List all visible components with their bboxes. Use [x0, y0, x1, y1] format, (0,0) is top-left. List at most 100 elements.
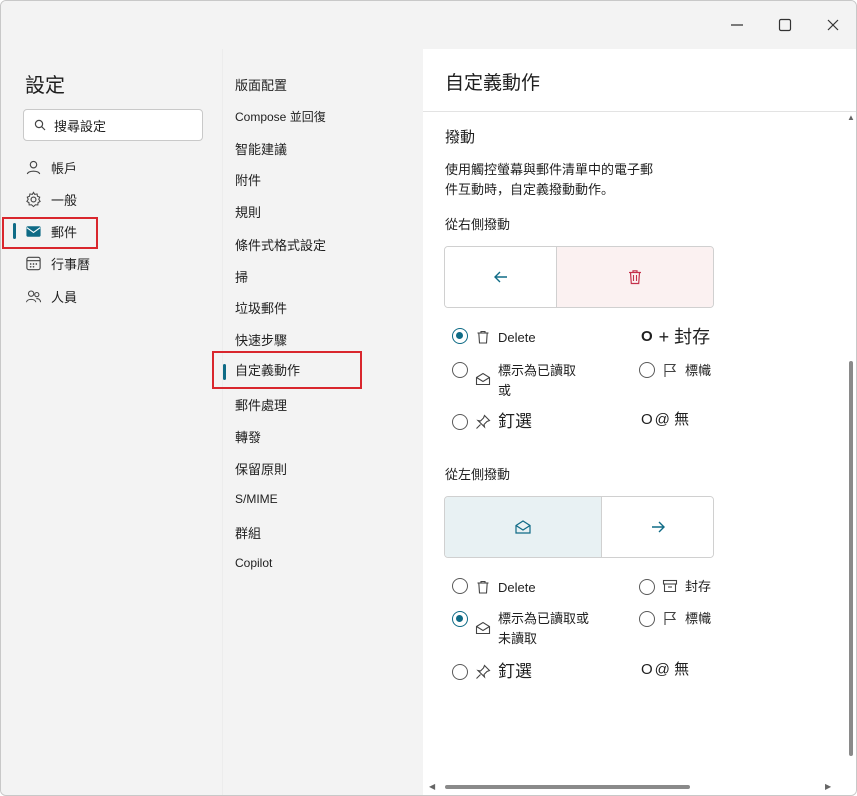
scroll-left-icon[interactable]: ◀ — [429, 782, 435, 791]
menu-item-conditional-formatting[interactable]: 條件式格式設定 — [235, 235, 326, 254]
radio-button[interactable] — [452, 414, 468, 430]
search-placeholder: 搜尋設定 — [54, 118, 107, 134]
trash-icon — [474, 578, 492, 596]
right-option-pin[interactable]: 釘選 — [452, 412, 532, 432]
left-swipe-label: 從左側撥動 — [445, 467, 511, 482]
radio-button[interactable] — [452, 362, 468, 378]
scroll-thumb[interactable] — [445, 785, 690, 789]
horizontal-scrollbar[interactable]: ◀ ▶ — [429, 781, 834, 793]
pin-icon — [474, 663, 492, 681]
option-label: 標幟 — [685, 611, 712, 626]
nav-item-accounts[interactable]: 帳戶 — [1, 153, 223, 181]
option-label: Delete — [498, 580, 536, 595]
right-option-flag[interactable]: 標幟 — [639, 361, 711, 381]
option-label: 標幟 — [685, 363, 712, 378]
customize-actions-pane: 自定義動作 撥動 使用觸控螢幕與郵件清單中的電子郵件互動時，自定義撥動動作。 從… — [423, 49, 856, 795]
swipe-direction — [602, 497, 713, 557]
menu-item-attachments[interactable]: 附件 — [235, 170, 261, 189]
left-option-archive[interactable]: 封存 — [639, 577, 711, 597]
settings-title: 設定 — [25, 75, 65, 97]
flag-icon — [661, 361, 679, 379]
arrow-right-icon — [651, 521, 665, 533]
menu-item-junk-email[interactable]: 垃圾郵件 — [235, 298, 287, 317]
minimize-button[interactable] — [725, 13, 749, 37]
minimize-icon — [731, 24, 743, 26]
mail-settings-menu: 版面配置 Compose 並回復 智能建議 附件 規則 條件式格式設定 掃 垃圾… — [212, 49, 423, 795]
gear-icon — [23, 189, 43, 209]
right-option-none[interactable]: O @ 無 — [641, 410, 689, 430]
scroll-thumb[interactable] — [849, 361, 853, 756]
radio-button[interactable] — [639, 579, 655, 595]
pane-title: 自定義動作 — [445, 73, 541, 94]
option-label: @ 無 — [654, 411, 690, 428]
maximize-icon — [778, 18, 792, 32]
scroll-right-icon[interactable]: ▶ — [825, 782, 831, 791]
option-label: @ 無 — [654, 661, 690, 678]
search-input[interactable]: 搜尋設定 — [23, 109, 203, 141]
left-option-delete[interactable]: Delete — [452, 578, 536, 598]
menu-item-groups[interactable]: 群組 — [235, 523, 261, 542]
swipe-action-preview — [557, 247, 713, 307]
person-icon — [23, 157, 43, 177]
title-bar — [1, 1, 856, 49]
arrow-left-icon — [493, 271, 507, 283]
left-option-none[interactable]: O @ 無 — [641, 660, 689, 680]
envelope-open-icon — [515, 520, 531, 534]
calendar-icon — [23, 253, 43, 273]
search-icon — [34, 119, 46, 131]
menu-item-retention-policies[interactable]: 保留原則 — [235, 459, 287, 478]
right-option-archive[interactable]: O + 封存 — [641, 327, 710, 347]
left-option-pin[interactable]: 釘選 — [452, 662, 532, 682]
radio-button[interactable] — [452, 664, 468, 680]
radio-button[interactable] — [639, 611, 655, 627]
archive-icon — [661, 577, 679, 595]
people-icon — [23, 286, 43, 306]
envelope-open-icon — [474, 619, 492, 637]
trash-icon — [629, 270, 641, 285]
swipe-action-preview — [445, 497, 602, 557]
vertical-scrollbar[interactable]: ▲ — [846, 111, 856, 781]
nav-item-calendar[interactable]: 行事曆 — [1, 249, 223, 277]
menu-item-forwarding[interactable]: 轉發 — [235, 427, 261, 446]
menu-item-message-handling[interactable]: 郵件處理 — [235, 395, 287, 414]
menu-item-sweep[interactable]: 掃 — [235, 267, 248, 286]
close-button[interactable] — [821, 13, 845, 37]
option-label: 標示為已讀取或 — [498, 363, 577, 398]
option-label: + 封存 — [658, 327, 711, 347]
radio-glyph[interactable]: O — [641, 660, 653, 680]
pane-separator — [423, 111, 856, 112]
radio-glyph[interactable]: O — [641, 327, 653, 347]
scroll-up-icon[interactable]: ▲ — [847, 113, 855, 122]
swipe-description: 使用觸控螢幕與郵件清單中的電子郵件互動時，自定義撥動動作。 — [445, 162, 654, 197]
nav-label: 行事曆 — [51, 256, 91, 272]
option-label: 釘選 — [498, 412, 532, 431]
option-label: 封存 — [685, 579, 712, 594]
nav-label: 人員 — [51, 289, 78, 305]
right-option-mark-read[interactable]: 標示為已讀取或 — [452, 361, 578, 401]
radio-button[interactable] — [452, 578, 468, 594]
left-option-flag[interactable]: 標幟 — [639, 609, 711, 629]
menu-item-smart-suggestions[interactable]: 智能建議 — [235, 139, 287, 158]
nav-label: 帳戶 — [51, 160, 78, 176]
option-label: Delete — [498, 330, 536, 345]
maximize-button[interactable] — [773, 13, 797, 37]
close-icon — [827, 19, 839, 31]
left-swipe-preview — [444, 496, 714, 558]
menu-item-smime[interactable]: S/MIME — [235, 492, 278, 506]
pin-icon — [474, 413, 492, 431]
menu-item-layout[interactable]: 版面配置 — [235, 75, 287, 94]
right-option-delete[interactable]: Delete — [452, 328, 536, 348]
radio-button[interactable] — [452, 611, 468, 627]
nav-item-people[interactable]: 人員 — [1, 282, 223, 310]
menu-item-copilot[interactable]: Copilot — [235, 556, 272, 570]
nav-item-general[interactable]: 一般 — [1, 185, 223, 213]
radio-glyph[interactable]: O — [641, 410, 653, 430]
menu-item-rules[interactable]: 規則 — [235, 202, 261, 221]
trash-icon — [474, 328, 492, 346]
menu-item-quick-steps[interactable]: 快速步驟 — [235, 330, 287, 349]
radio-button[interactable] — [639, 362, 655, 378]
option-label: 標示為已讀取或未讀取 — [498, 611, 590, 646]
menu-item-compose-reply[interactable]: Compose 並回復 — [235, 108, 326, 125]
radio-button[interactable] — [452, 328, 468, 344]
left-option-mark-read[interactable]: 標示為已讀取或未讀取 — [452, 609, 598, 649]
